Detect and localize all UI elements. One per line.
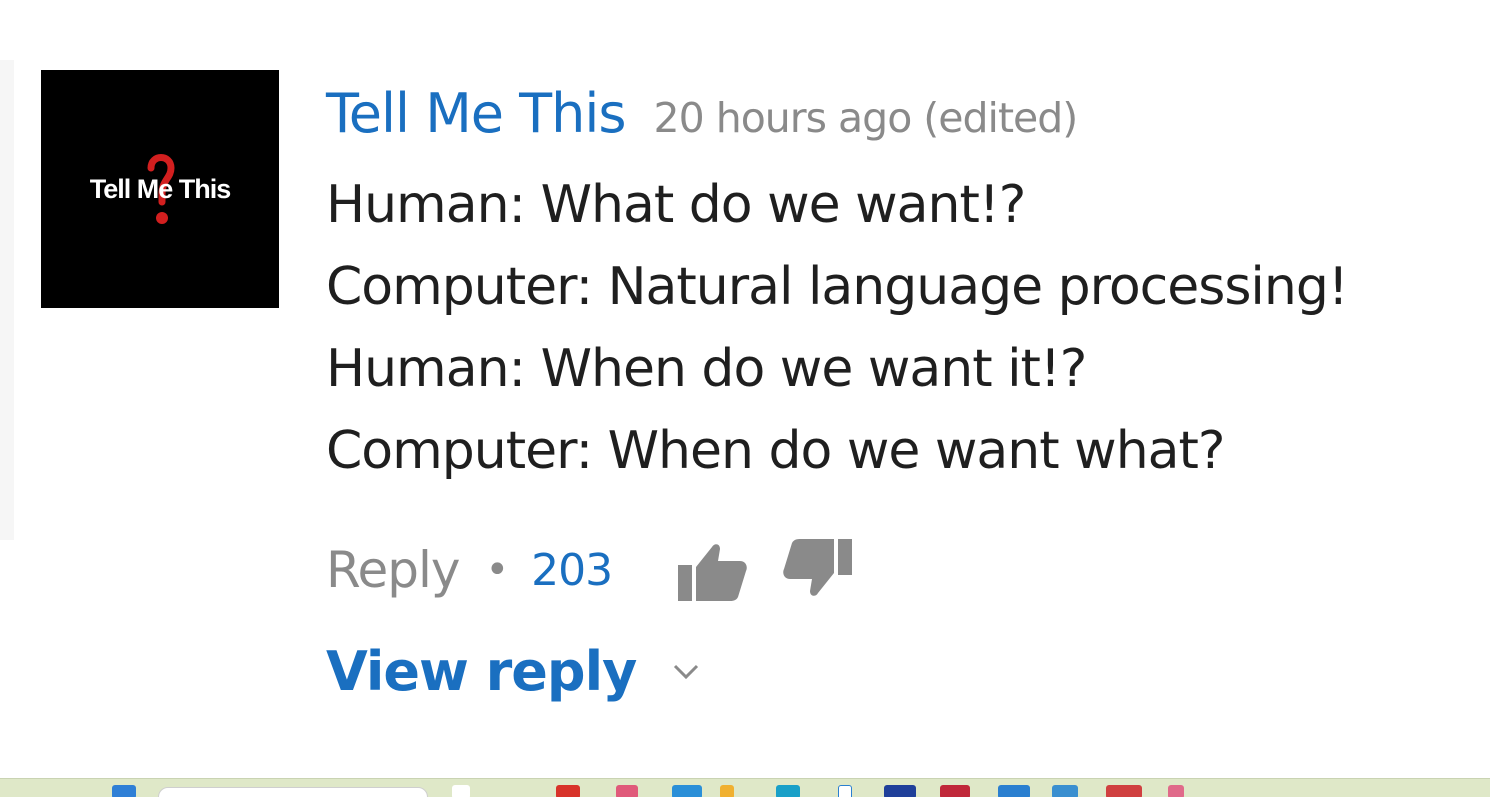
thumbs-down-icon[interactable] [780, 535, 856, 605]
chevron-down-icon [674, 664, 699, 679]
app-icon[interactable] [940, 785, 970, 797]
app-icon[interactable] [998, 785, 1030, 797]
app-icon[interactable] [672, 785, 702, 797]
panel-edge [0, 60, 14, 540]
reply-button[interactable]: Reply [326, 541, 460, 599]
author-name[interactable]: Tell Me This [326, 82, 627, 145]
comment-body: Human: What do we want!? Computer: Natur… [326, 164, 1486, 492]
comment-line: Human: What do we want!? [326, 175, 1026, 235]
app-icon[interactable] [452, 785, 470, 797]
taskbar-search[interactable] [158, 787, 428, 797]
like-count: 203 [531, 544, 613, 596]
taskbar [0, 778, 1490, 797]
app-icon[interactable] [884, 785, 916, 797]
comment-page: Tell Me This Tell Me This 20 hours ago (… [0, 0, 1490, 797]
app-icon[interactable] [1106, 785, 1142, 797]
app-icon[interactable] [776, 785, 800, 797]
app-icon[interactable] [616, 785, 638, 797]
comment-timestamp[interactable]: 20 hours ago (edited) [654, 94, 1079, 142]
app-icon[interactable] [838, 785, 852, 797]
thumbs-up-icon[interactable] [674, 535, 750, 605]
app-icon[interactable] [556, 785, 580, 797]
start-icon[interactable] [112, 785, 136, 797]
comment-header: Tell Me This 20 hours ago (edited) [326, 82, 1486, 148]
app-icon[interactable] [720, 785, 734, 797]
app-icon[interactable] [1168, 785, 1184, 797]
comment-line: Computer: Natural language processing! [326, 257, 1349, 317]
separator-dot: • [485, 547, 510, 593]
app-icon[interactable] [1052, 785, 1078, 797]
comment-actions: Reply • 203 [326, 530, 856, 610]
comment-line: Human: When do we want it!? [326, 339, 1087, 399]
comment: Tell Me This 20 hours ago (edited) Human… [326, 82, 1486, 492]
comment-line: Computer: When do we want what? [326, 421, 1226, 481]
view-reply-label: View reply [326, 640, 637, 703]
view-reply-button[interactable]: View reply [326, 640, 700, 703]
avatar-text: Tell Me This [89, 174, 232, 204]
avatar[interactable]: Tell Me This [41, 70, 279, 308]
